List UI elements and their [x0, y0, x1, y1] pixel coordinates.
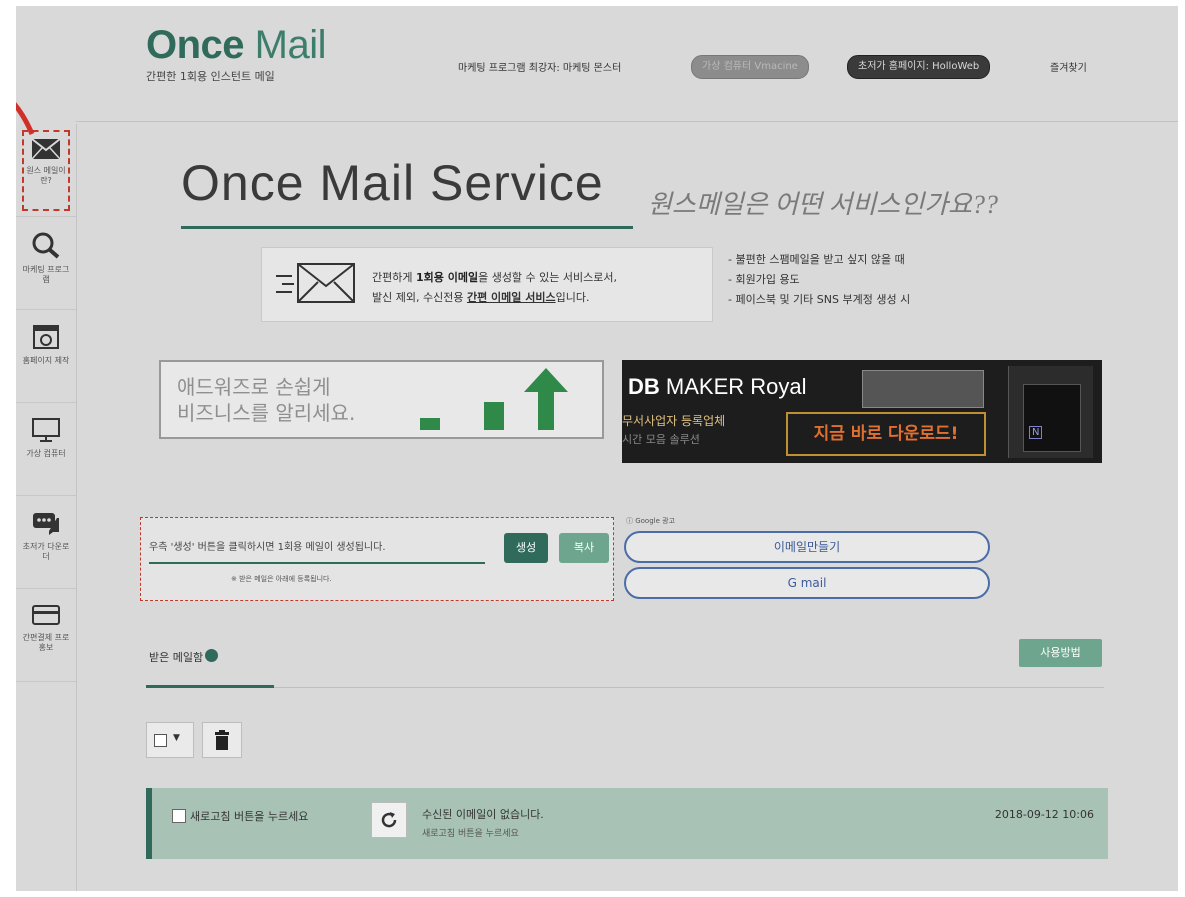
growth-chart-icon [420, 368, 568, 430]
sidebar-item-label: 간편결제 프로 홍보 [22, 633, 70, 652]
logo[interactable]: Once Mail 간편한 1회용 인스턴트 메일 [146, 23, 327, 84]
title-underline [181, 226, 633, 229]
sidebar-item-downloader[interactable]: 초저가 다운로더 [16, 496, 76, 589]
table-row[interactable]: 새로고침 버튼을 누르세요 수신된 이메일이 없습니다. 새로고침 버튼을 누르… [146, 788, 1108, 859]
mail-preview: 새로고침 버튼을 누르세요 [422, 829, 519, 839]
sidebar-item-label: 원스 메일이란? [26, 166, 66, 185]
generate-email-panel: 우측 '생성' 버튼을 클릭하시면 1회용 메일이 생성됩니다. ※ 받은 메일… [140, 517, 614, 601]
generate-note: ※ 받은 메일은 아래에 등록됩니다. [231, 575, 332, 583]
homepage-icon [33, 325, 59, 349]
bookmark-link[interactable]: 즐겨찾기 [1050, 59, 1087, 74]
ad-brand: DB MAKER Royal [628, 374, 807, 399]
page-title: Once Mail Service [181, 155, 604, 211]
link-marketing-program[interactable]: 마케팅 프로그램 최강자: 마케팅 몬스터 [458, 59, 621, 74]
page-subtitle: 원스메일은 어떤 서비스인가요?? [648, 190, 998, 219]
tab-divider [146, 687, 1104, 688]
sidebar-item-label: 가상 컴퓨터 [26, 449, 66, 458]
refresh-icon [381, 812, 397, 828]
monitor-icon [32, 418, 60, 442]
gmail-ad-link[interactable]: G mail [624, 567, 990, 599]
mail-date: 2018-09-12 10:06 [994, 808, 1094, 821]
chevron-down-icon: ▼ [173, 733, 180, 743]
copy-button[interactable]: 복사 [559, 533, 609, 563]
sidebar-item-payment[interactable]: 간편결제 프로 홍보 [16, 589, 76, 682]
envelope-icon [31, 138, 61, 160]
new-mail-dot-icon [205, 649, 219, 662]
row-checkbox-label: 새로고침 버튼을 누르세요 [190, 810, 309, 823]
email-output-line[interactable] [149, 562, 485, 564]
list-item: - 회원가입 용도 [728, 273, 800, 286]
intro-box: 간편하게 1회용 이메일을 생성할 수 있는 서비스로서, 발신 제외, 수신전… [261, 247, 713, 322]
card-icon [32, 605, 60, 625]
sidebar-item-label: 초저가 다운로더 [22, 542, 70, 561]
google-ad-label: ⓘ Google 광고 [626, 517, 676, 525]
sidebar: 원스 메일이란? 마케팅 프로그램 홈페이지 제작 가상 컴퓨터 초저가 다운로… [16, 124, 77, 891]
generate-hint: 우측 '생성' 버튼을 클릭하시면 1회용 메일이 생성됩니다. [149, 542, 386, 553]
tab-inbox[interactable]: 받은 메일함 [149, 649, 219, 665]
sidebar-item-label: 마케팅 프로그램 [22, 265, 70, 284]
tab-active-indicator [146, 685, 274, 688]
delete-button[interactable] [202, 722, 242, 758]
ad-text: 애드워즈로 손쉽게 비즈니스를 알리세요. [177, 375, 356, 425]
ad-text: 시간 모음 솔루션 [622, 433, 700, 446]
checkbox[interactable] [154, 734, 167, 747]
ad-text: 무서사업자 등록업체 [622, 414, 726, 428]
trash-icon [215, 730, 229, 750]
link-virtual-computer[interactable]: 가상 컴퓨터 Vmacine [691, 55, 809, 79]
mail-subject: 수신된 이메일이 없습니다. [422, 808, 544, 821]
sidebar-item-about[interactable]: 원스 메일이란? [16, 124, 76, 217]
page: Once Mail 간편한 1회용 인스턴트 메일 마케팅 프로그램 최강자: … [16, 6, 1178, 891]
logo-text: Once Mail [146, 23, 327, 67]
generate-button[interactable]: 생성 [504, 533, 548, 563]
sidebar-item-marketing[interactable]: 마케팅 프로그램 [16, 217, 76, 310]
sidebar-item-label: 홈페이지 제작 [22, 356, 70, 365]
logo-subtitle: 간편한 1회용 인스턴트 메일 [146, 70, 275, 83]
adwords-banner[interactable]: 애드워즈로 손쉽게 비즈니스를 알리세요. [159, 360, 604, 439]
row-checkbox[interactable] [172, 809, 186, 823]
screenshot-thumbnail [862, 370, 984, 408]
sidebar-item-virtual-pc[interactable]: 가상 컴퓨터 [16, 403, 76, 496]
list-item: - 페이스북 및 기타 SNS 부계정 생성 시 [728, 293, 911, 306]
ad-download-button[interactable]: 지금 바로 다운로드! [786, 412, 986, 456]
product-box-image: N [1008, 366, 1093, 458]
list-item: - 불편한 스팸메일을 받고 싶지 않을 때 [728, 253, 905, 266]
refresh-button[interactable] [371, 802, 407, 838]
howto-button[interactable]: 사용방법 [1019, 639, 1102, 667]
sidebar-item-homepage[interactable]: 홈페이지 제작 [16, 310, 76, 403]
header-divider [76, 121, 1178, 122]
chat-icon [33, 513, 59, 535]
intro-text: 간편하게 1회용 이메일을 생성할 수 있는 서비스로서, 발신 제외, 수신전… [372, 271, 618, 304]
select-all-dropdown[interactable]: ▼ [146, 722, 194, 758]
make-email-ad-link[interactable]: 이메일만들기 [624, 531, 990, 563]
link-homepage[interactable]: 초저가 홈페이지: HolloWeb [847, 55, 991, 79]
search-icon [32, 232, 60, 259]
use-case-list: - 불편한 스팸메일을 받고 싶지 않을 때 - 회원가입 용도 - 페이스북 … [728, 250, 910, 310]
db-maker-banner[interactable]: DB MAKER Royal 무서사업자 등록업체 시간 모음 솔루션 지금 바… [622, 360, 1102, 463]
speed-envelope-icon [276, 263, 355, 303]
